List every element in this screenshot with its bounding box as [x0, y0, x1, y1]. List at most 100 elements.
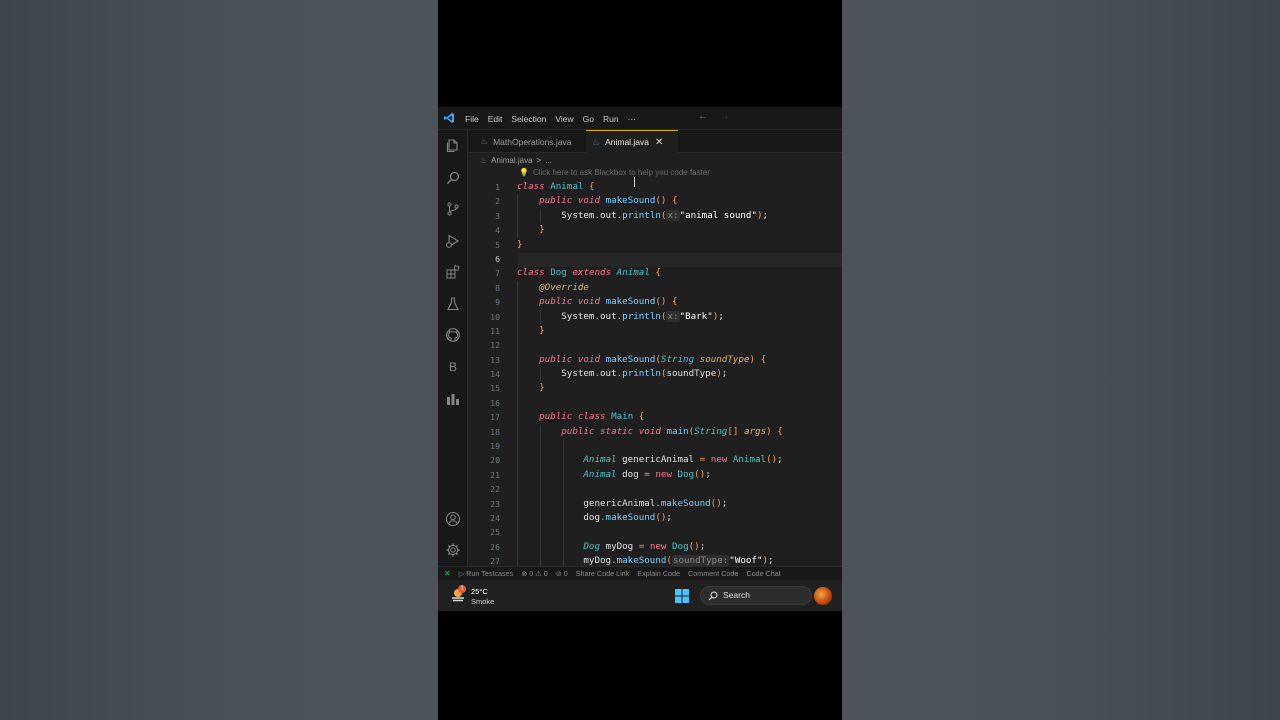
- code-text: }: [539, 224, 545, 236]
- title-bar: File Edit Selection View Go Run ··· ← →: [438, 107, 842, 130]
- github-icon[interactable]: [445, 327, 461, 343]
- tab-bar: ♨ MathOperations.java ♨ Animal.java ✕: [468, 130, 842, 153]
- menu-file[interactable]: File: [465, 114, 479, 124]
- code-line: 10 System.out.println(x:"Bark");: [468, 309, 842, 324]
- menu-go[interactable]: Go: [583, 114, 594, 124]
- code-text: }: [539, 382, 545, 394]
- windows-start-icon[interactable]: [674, 588, 690, 604]
- blackbox-icon[interactable]: B: [445, 359, 461, 375]
- code-text: System.out.println(soundType);: [561, 368, 728, 380]
- charts-icon[interactable]: [445, 391, 461, 407]
- line-number: 3: [495, 210, 500, 221]
- breadcrumb: ♨ Animal.java > ...: [480, 154, 552, 166]
- extensions-icon[interactable]: [445, 264, 461, 280]
- menu-selection[interactable]: Selection: [511, 114, 546, 124]
- run-testcases-button[interactable]: ▷ Run Testcases: [459, 569, 514, 578]
- run-testcases-label: Run Testcases: [466, 569, 514, 578]
- code-line: 19: [468, 439, 842, 454]
- share-code-link-button[interactable]: Share Code Link: [576, 569, 630, 578]
- back-arrow-icon[interactable]: ←: [698, 111, 708, 122]
- code-line: 3 System.out.println(x:"animal sound");: [468, 208, 842, 224]
- account-icon[interactable]: [445, 511, 461, 527]
- java-file-icon: ♨: [480, 136, 489, 146]
- line-number: 7: [495, 268, 500, 279]
- menu-more[interactable]: ···: [628, 114, 637, 124]
- lightbulb-icon: 💡: [519, 168, 529, 177]
- code-line: 13 public void makeSound(String soundTyp…: [468, 352, 842, 368]
- breadcrumb-rest[interactable]: ...: [545, 156, 552, 165]
- code-line: 16: [468, 395, 842, 411]
- code-line: 23 genericAnimal.makeSound();: [468, 496, 842, 511]
- menu-edit[interactable]: Edit: [488, 114, 503, 124]
- code-editor[interactable]: 1 class Animal { 2 public void makeSound(…: [468, 180, 842, 566]
- code-line: 18 public static void main(String[] args…: [468, 424, 842, 440]
- weather-alert-badge: 1: [458, 585, 466, 593]
- tab-animal-java[interactable]: ♨ Animal.java ✕: [586, 130, 678, 153]
- code-line: 9 public void makeSound() {: [468, 295, 842, 310]
- explain-code-button[interactable]: Explain Code: [637, 569, 680, 578]
- run-debug-icon[interactable]: [445, 233, 461, 249]
- hint-text: Click here to ask Blackbox to help you c…: [532, 168, 710, 177]
- breadcrumb-separator: >: [536, 155, 542, 165]
- code-line: 22: [468, 482, 842, 497]
- code-line: 20 Animal genericAnimal = new Animal();: [468, 453, 842, 468]
- search-label: Search: [723, 590, 750, 600]
- breadcrumb-file[interactable]: Animal.java: [491, 156, 532, 165]
- close-tab-icon[interactable]: ✕: [655, 137, 663, 148]
- code-line: 2 public void makeSound() {: [468, 194, 842, 209]
- line-number: 20: [490, 455, 500, 466]
- line-number: 2: [495, 196, 500, 207]
- code-text: Animal dog = new Dog();: [583, 468, 711, 480]
- code-line: 11 }: [468, 323, 842, 339]
- code-line: 17 public class Main {: [468, 410, 842, 425]
- code-chat-button[interactable]: Code Chat: [746, 569, 780, 578]
- search-highlight-art-icon: [814, 587, 832, 605]
- forward-arrow-icon[interactable]: →: [720, 111, 730, 122]
- code-text: }: [539, 324, 545, 336]
- taskbar-search-box[interactable]: Search: [700, 586, 812, 605]
- code-line: 26 Dog myDog = new Dog();: [468, 539, 842, 555]
- search-icon[interactable]: [445, 170, 461, 186]
- code-line: 7 class Dog extends Animal {: [468, 266, 842, 280]
- code-text: public void makeSound(String soundType) …: [539, 353, 767, 365]
- testing-icon[interactable]: [445, 296, 461, 312]
- blackbox-hint[interactable]: 💡 Click here to ask Blackbox to help you …: [519, 168, 710, 177]
- settings-gear-icon[interactable]: [445, 542, 461, 558]
- menu-run[interactable]: Run: [603, 114, 619, 124]
- remote-indicator-icon[interactable]: ✕: [444, 569, 451, 578]
- code-line: 21 Animal dog = new Dog();: [468, 467, 842, 483]
- files-icon[interactable]: [445, 138, 461, 154]
- line-number: 11: [490, 325, 500, 336]
- code-text: dog.makeSound();: [583, 511, 672, 523]
- code-line: 4 }: [468, 223, 842, 238]
- problems-indicator[interactable]: ⊗ 0 ⚠ 0: [521, 569, 547, 578]
- ports-indicator[interactable]: ⊘ 0: [556, 569, 568, 578]
- code-text: public static void main(String[] args) {: [561, 425, 783, 437]
- line-number: 18: [490, 426, 500, 437]
- comment-code-button[interactable]: Comment Code: [688, 569, 738, 578]
- line-number: 1: [495, 182, 500, 192]
- phone-video-frame: File Edit Selection View Go Run ··· ← →: [438, 0, 842, 720]
- code-line: 8 @Override: [468, 280, 842, 296]
- line-number: 5: [495, 239, 500, 250]
- code-text: public void makeSound() {: [539, 195, 678, 207]
- navigation-arrows: ← →: [698, 111, 739, 122]
- tab-label: Animal.java: [605, 137, 650, 147]
- code-line: 24 dog.makeSound();: [468, 510, 842, 526]
- code-line-active: 6: [468, 252, 842, 266]
- line-number: 26: [490, 541, 500, 552]
- code-text: Animal genericAnimal = new Animal();: [583, 454, 783, 466]
- code-text: class Animal {: [517, 181, 595, 192]
- java-file-icon: ♨: [480, 155, 488, 165]
- tab-mathoperations-java[interactable]: ♨ MathOperations.java: [474, 130, 572, 153]
- menu-view[interactable]: View: [555, 114, 573, 124]
- source-control-icon[interactable]: [445, 201, 461, 217]
- code-line: 5}: [468, 238, 842, 252]
- tab-label: MathOperations.java: [493, 136, 572, 147]
- code-text: myDog.makeSound(soundType:"Woof");: [583, 555, 774, 566]
- vscode-logo-icon: [444, 113, 454, 123]
- line-number: 19: [490, 441, 500, 452]
- line-number: 14: [490, 369, 500, 380]
